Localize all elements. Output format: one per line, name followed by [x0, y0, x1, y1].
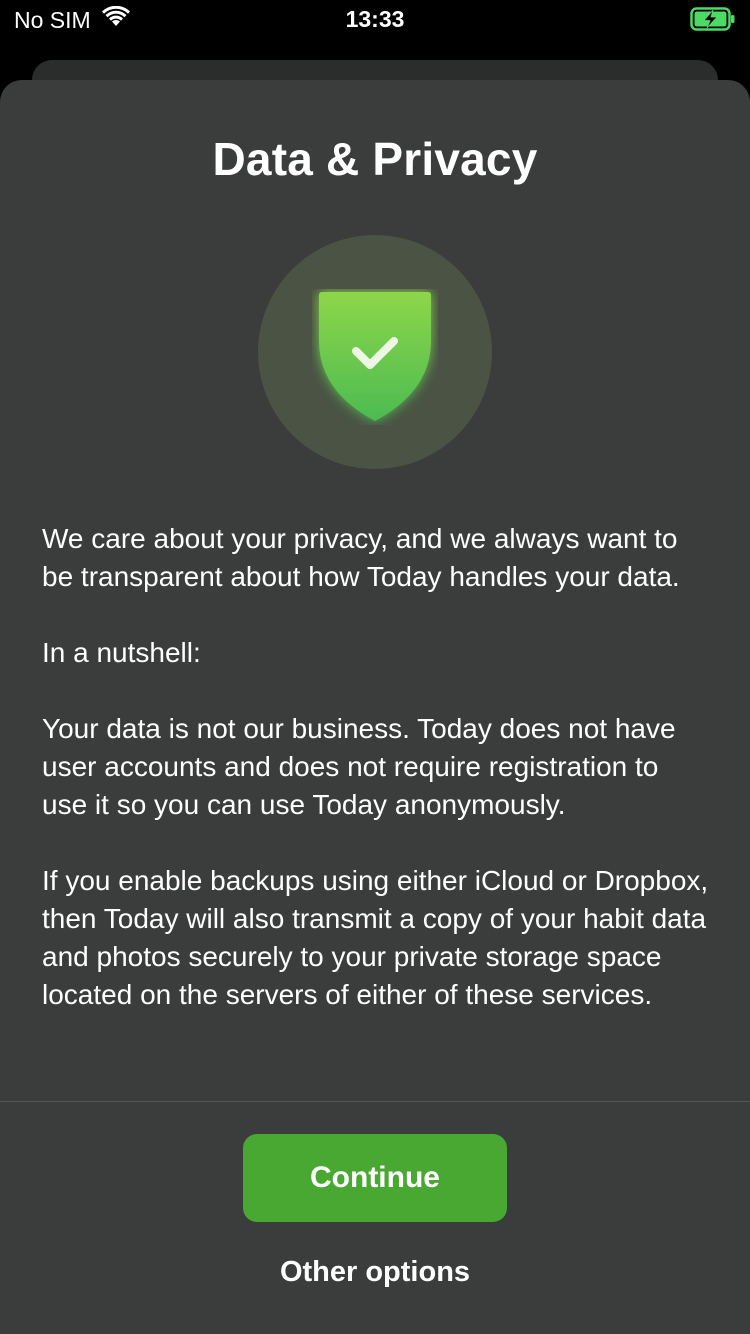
continue-button[interactable]: Continue [243, 1134, 507, 1222]
privacy-sheet: Data & Privacy We care about your privac… [0, 80, 750, 1334]
privacy-text-scroll[interactable]: We care about your privacy, and we alway… [42, 520, 710, 1101]
shield-badge [258, 235, 492, 469]
other-options-button[interactable]: Other options [0, 1256, 750, 1289]
status-time: 13:33 [345, 6, 405, 32]
shield-check-icon [319, 292, 431, 421]
privacy-paragraph: In a nutshell: [42, 637, 201, 668]
battery-charging-icon [690, 7, 736, 37]
privacy-paragraph: Your data is not our business. Today doe… [42, 713, 676, 820]
privacy-paragraph: If you enable backups using either iClou… [42, 865, 709, 1010]
footer-divider [0, 1101, 750, 1102]
status-bar: No SIM 13:33 [0, 0, 750, 40]
sheet-title: Data & Privacy [212, 133, 538, 185]
privacy-paragraph: We care about your privacy, and we alway… [42, 523, 680, 592]
